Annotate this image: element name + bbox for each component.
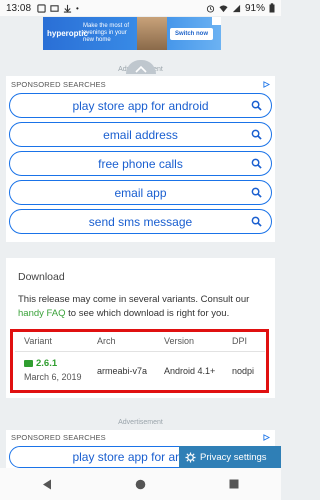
battery-level: 91% (244, 2, 265, 14)
search-icon (251, 129, 262, 140)
download-description-text: This release may come in several variant… (18, 294, 250, 305)
sponsored-searches: SPONSORED SEARCHES play store app for an… (6, 76, 275, 242)
search-suggestion[interactable]: email address (9, 122, 272, 147)
variant-version: 2.6.1 (36, 358, 58, 369)
download-icon (63, 4, 72, 13)
banner-cta-button[interactable]: Switch now (170, 27, 213, 40)
back-icon (42, 479, 51, 489)
search-suggestion[interactable]: email app (9, 180, 272, 205)
search-suggestion-label: email app (114, 185, 167, 200)
back-button[interactable] (40, 477, 54, 491)
apk-icon (24, 360, 33, 367)
recents-icon (229, 479, 239, 489)
recents-button[interactable] (227, 477, 241, 491)
search-icon (251, 216, 262, 227)
sponsored-header: SPONSORED SEARCHES (11, 80, 106, 89)
variant-arch: armeabi-v7a (97, 366, 148, 376)
advertisement-label: Advertisement (118, 419, 163, 426)
privacy-settings-label: Privacy settings (200, 451, 267, 463)
search-suggestion[interactable]: free phone calls (9, 151, 272, 176)
search-suggestion[interactable]: send sms message (9, 209, 272, 234)
dot-icon: • (76, 3, 79, 13)
alarm-icon (206, 4, 215, 13)
download-title: Download (18, 271, 65, 283)
banner-brand: hyperoptic (47, 29, 88, 38)
variant-date: March 6, 2019 (24, 372, 82, 382)
table-divider (15, 351, 265, 352)
wifi-icon (219, 4, 228, 12)
collapse-ad-button[interactable] (126, 60, 156, 74)
column-header-version: Version (164, 336, 195, 346)
search-icon (251, 158, 262, 169)
ad-choices-icon[interactable] (263, 81, 270, 88)
banner-message: Make the most of evenings in your new ho… (83, 23, 130, 43)
faq-link[interactable]: handy FAQ (18, 308, 66, 319)
signal-icon (232, 4, 241, 12)
search-suggestion-label: send sms message (88, 214, 193, 229)
privacy-settings-button[interactable]: Privacy settings (179, 446, 281, 468)
banner-ad[interactable]: hyperoptic Make the most of evenings in … (43, 17, 221, 50)
home-icon (135, 479, 146, 489)
gear-icon (185, 451, 196, 463)
download-description: This release may come in several variant… (18, 293, 266, 321)
message-icon (50, 4, 59, 12)
sponsored-header: SPONSORED SEARCHES (11, 432, 106, 442)
variant-min-version: Android 4.1+ (164, 366, 216, 376)
banner-photo (137, 17, 167, 50)
download-description-text: to see which download is right for you. (65, 308, 230, 319)
column-header-dpi: DPI (232, 336, 248, 346)
status-bar: 13:08 • 91% (0, 0, 281, 16)
column-header-variant: Variant (24, 336, 52, 346)
search-suggestion[interactable]: play store app for android (9, 93, 272, 118)
chevron-up-icon (135, 65, 147, 73)
ad-choices-icon[interactable] (263, 433, 270, 441)
variant-link[interactable]: 2.6.1 (24, 358, 57, 369)
search-suggestion-label: free phone calls (98, 156, 183, 171)
search-icon (251, 100, 262, 111)
ad-choices-icon[interactable] (212, 17, 221, 25)
variant-dpi: nodpi (232, 366, 255, 376)
search-icon (251, 187, 262, 198)
search-suggestion-label: email address (103, 127, 178, 142)
search-suggestion-label: play store app for android (72, 98, 209, 113)
home-button[interactable] (133, 477, 147, 491)
battery-icon (269, 3, 275, 13)
navigation-bar (0, 468, 281, 500)
column-header-arch: Arch (97, 336, 116, 346)
status-time: 13:08 (6, 2, 32, 14)
notification-icon (37, 3, 46, 13)
